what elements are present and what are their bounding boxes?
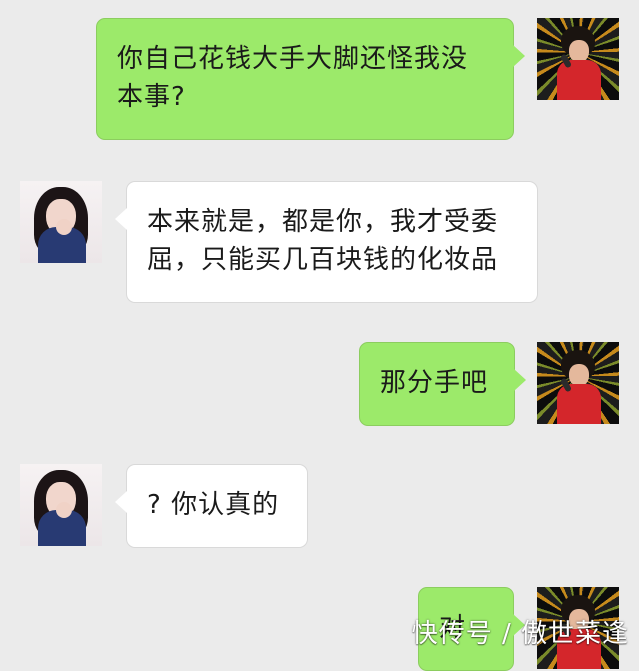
- contact-avatar[interactable]: [20, 464, 102, 546]
- message-bubble-outgoing[interactable]: 你自己花钱大手大脚还怪我没本事?: [96, 18, 525, 140]
- watermark: 快传号 / 傲世菜逢: [411, 619, 629, 649]
- self-avatar[interactable]: [537, 18, 619, 100]
- avatar-face: [569, 364, 589, 386]
- avatar-face: [569, 40, 589, 62]
- avatar-hand: [56, 219, 72, 235]
- self-avatar[interactable]: [537, 342, 619, 424]
- contact-avatar[interactable]: [20, 181, 102, 263]
- message-bubble-outgoing[interactable]: 那分手吧: [359, 342, 526, 426]
- avatar-shirt: [557, 384, 601, 424]
- avatar-hand: [56, 502, 72, 518]
- avatar-shirt: [557, 60, 601, 100]
- message-bubble-incoming[interactable]: 本来就是，都是你，我才受委屈，只能买几百块钱的化妆品: [115, 181, 538, 303]
- message-bubble-incoming[interactable]: ? 你认真的: [115, 464, 308, 548]
